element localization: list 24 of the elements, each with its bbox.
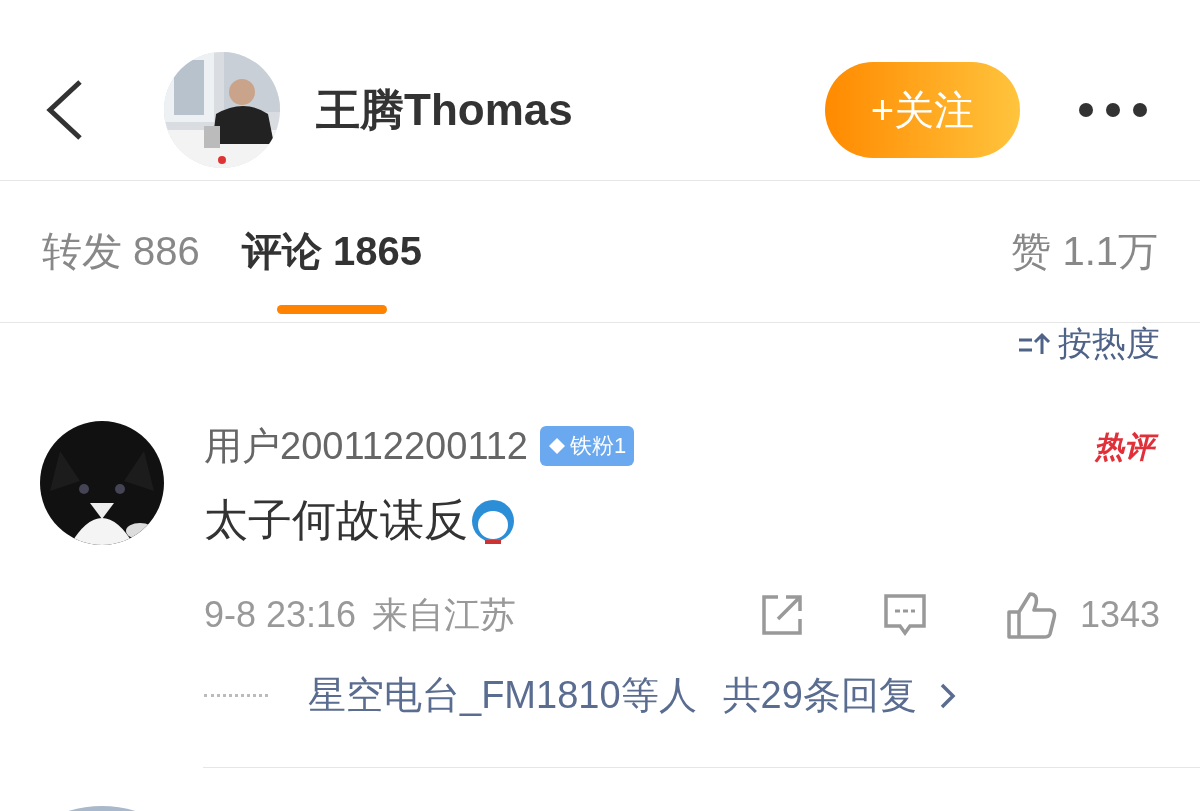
hot-comment-label: 热评 — [1088, 424, 1160, 468]
comment-icon[interactable] — [881, 593, 928, 637]
reply-count-link[interactable]: 共29条回复 — [722, 670, 917, 721]
comment-location: 来自江苏 — [372, 592, 517, 637]
like-count: 1343 — [1079, 594, 1160, 636]
user-name: 王腾Thomas — [316, 83, 573, 136]
dotted-line — [204, 694, 268, 697]
reply-users-link[interactable]: 星空电台_FM1810等人 — [308, 670, 697, 721]
more-icon[interactable] — [1078, 102, 1148, 118]
tab[interactable]: 转发 886 — [42, 181, 200, 322]
diamond-icon — [547, 437, 566, 455]
comment-time: 9-8 23:16 — [204, 594, 357, 636]
commenter-name[interactable]: 用户200112200112 — [204, 420, 528, 472]
likes-count[interactable]: 赞 1.1万 — [1011, 224, 1158, 279]
fan-badge: 铁粉1 — [539, 426, 635, 466]
tab[interactable]: 评论 1865 — [241, 181, 422, 322]
back-icon[interactable] — [44, 78, 84, 142]
sort-icon — [1018, 332, 1052, 356]
sort-button[interactable]: 按热度 — [1018, 323, 1160, 365]
emoji-icon — [470, 497, 516, 544]
share-icon[interactable] — [759, 593, 804, 637]
comment-text: 太子何故谋反 — [204, 494, 468, 546]
chevron-right-icon[interactable] — [938, 681, 957, 710]
thumbs-up-icon[interactable] — [1005, 590, 1058, 640]
